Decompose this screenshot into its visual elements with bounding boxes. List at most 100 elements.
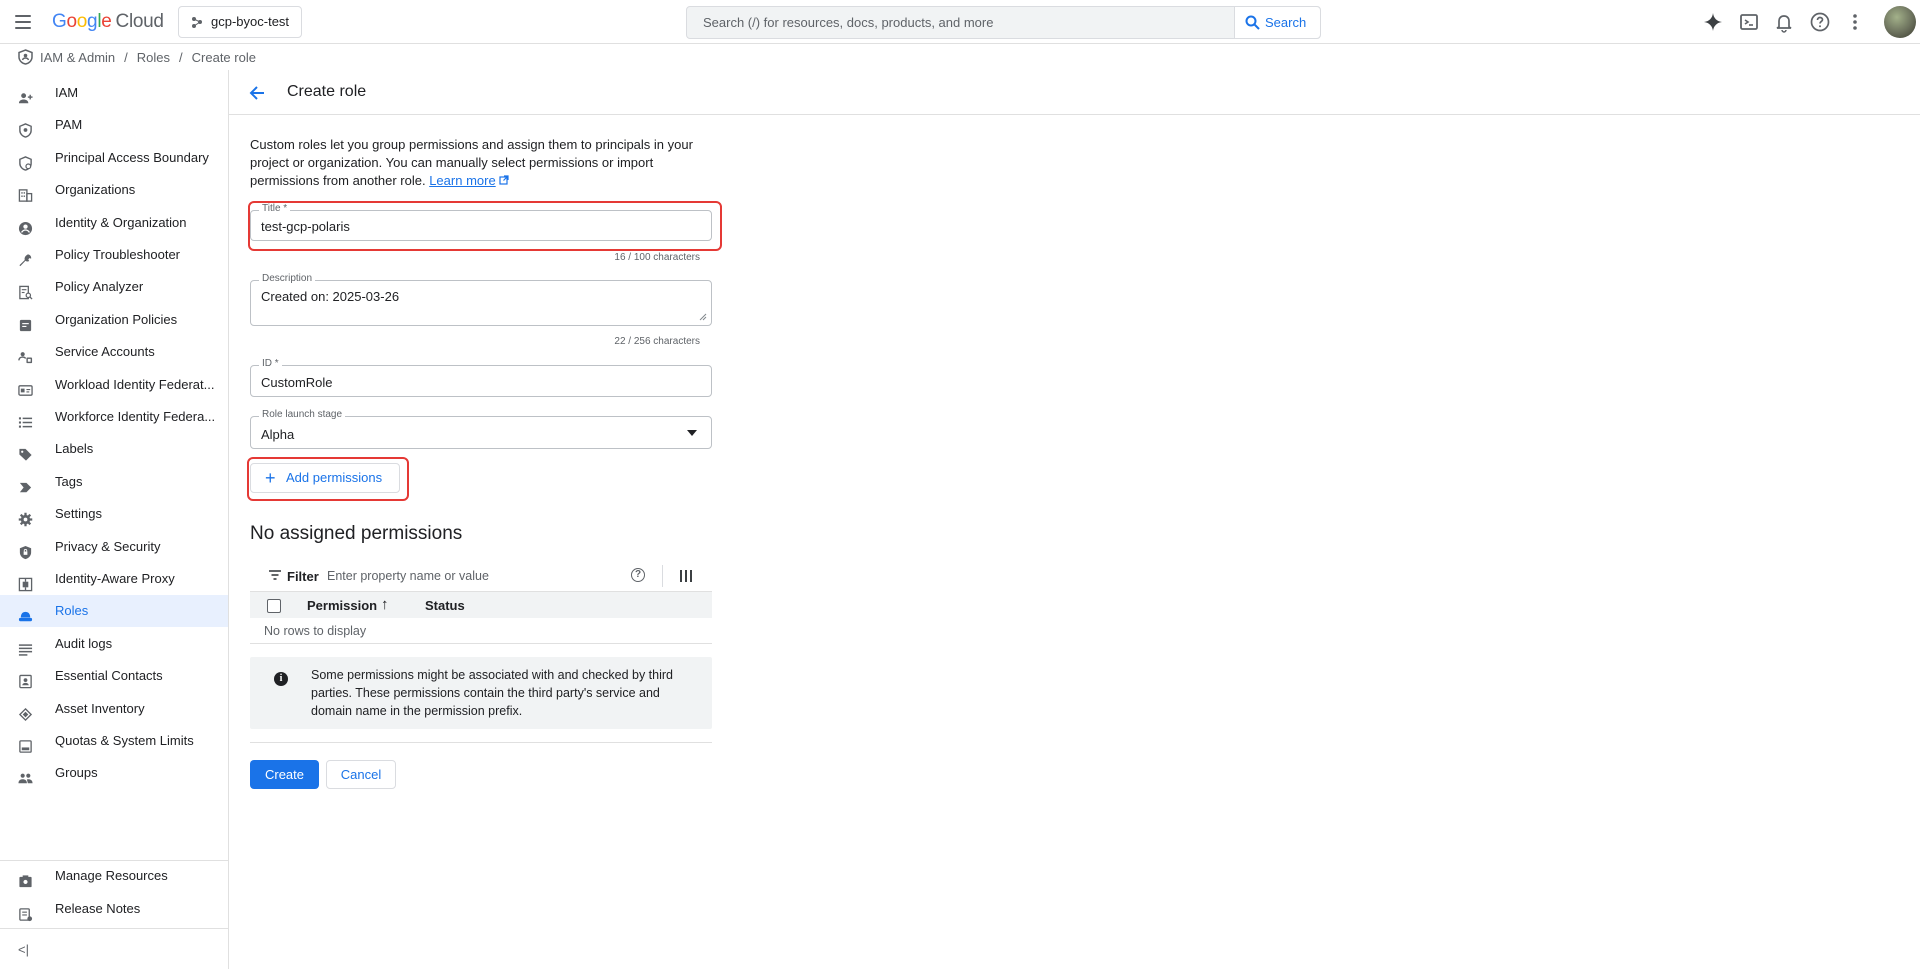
- sidebar-item-label: Policy Analyzer: [55, 279, 144, 295]
- cloud-shell-icon[interactable]: [1738, 11, 1760, 33]
- roles-hat-icon: [18, 604, 33, 622]
- proxy-icon: [18, 572, 33, 592]
- column-display-icon[interactable]: [680, 570, 692, 582]
- launch-stage-label: Role launch stage: [259, 409, 346, 420]
- sidebar-item-policy-troubleshooter[interactable]: Policy Troubleshooter: [0, 239, 228, 271]
- service-account-icon: [18, 345, 33, 364]
- page-header: Create role: [229, 70, 1920, 115]
- release-notes-icon: [18, 902, 33, 922]
- sidebar-item-roles[interactable]: Roles: [0, 595, 228, 628]
- gemini-sparkle-icon[interactable]: [1702, 11, 1724, 33]
- resize-handle-icon[interactable]: [699, 313, 707, 321]
- column-status[interactable]: Status: [425, 598, 465, 613]
- sidebar-item-workforce-identity-federa[interactable]: Workforce Identity Federa...: [0, 401, 228, 433]
- sidebar-item-service-accounts[interactable]: Service Accounts: [0, 336, 228, 368]
- sidebar-item-label: Identity & Organization: [55, 214, 187, 230]
- id-card-icon: [18, 378, 33, 396]
- google-cloud-logo[interactable]: Google Cloud: [52, 11, 164, 33]
- sidebar-item-privacy-and-security[interactable]: Privacy & Security: [0, 531, 228, 563]
- select-all-checkbox[interactable]: [267, 599, 281, 613]
- building-icon: [18, 183, 33, 202]
- sidebar-item-label: Workforce Identity Federa...: [55, 409, 216, 424]
- filter-bar: Filter ?: [250, 560, 712, 592]
- search-icon: [1245, 15, 1260, 30]
- filter-label: Filter: [287, 569, 319, 584]
- intro-text: Custom roles let you group permissions a…: [250, 136, 700, 190]
- search-button[interactable]: Search: [1234, 7, 1320, 38]
- title-field[interactable]: Title * test-gcp-polaris: [250, 203, 712, 241]
- back-arrow-icon[interactable]: [247, 83, 267, 103]
- main-menu-icon[interactable]: [13, 12, 33, 32]
- top-icons: [1700, 0, 1920, 44]
- audit-list-icon: [18, 637, 33, 656]
- sidebar-item-organizations[interactable]: Organizations: [0, 174, 228, 206]
- sidebar-item-asset-inventory[interactable]: Asset Inventory: [0, 693, 228, 725]
- collapse-sidebar-icon[interactable]: <|: [18, 942, 29, 957]
- learn-more-link[interactable]: Learn more: [429, 173, 495, 188]
- sidebar-item-essential-contacts[interactable]: Essential Contacts: [0, 660, 228, 692]
- person-add-icon: [18, 86, 33, 104]
- sidebar-item-identity-aware-proxy[interactable]: Identity-Aware Proxy: [0, 563, 228, 595]
- sidebar-item-label: Audit logs: [55, 635, 113, 651]
- sidebar-item-groups[interactable]: Groups: [0, 757, 228, 789]
- filter-help-icon[interactable]: ?: [631, 568, 645, 582]
- help-icon[interactable]: [1809, 11, 1831, 33]
- sidebar-item-organization-policies[interactable]: Organization Policies: [0, 304, 228, 336]
- main-content: Create role Custom roles let you group p…: [229, 70, 1920, 969]
- actions-divider: [250, 742, 712, 743]
- sidebar-item-label: Tags: [55, 473, 83, 489]
- launch-stage-select[interactable]: Role launch stage Alpha: [250, 409, 712, 449]
- add-permissions-label: Add permissions: [286, 470, 383, 485]
- sidebar-item-label: Service Accounts: [55, 344, 155, 360]
- sidebar-item-identity-and-organization[interactable]: Identity & Organization: [0, 207, 228, 239]
- sidebar-item-principal-access-boundary[interactable]: Principal Access Boundary: [0, 142, 228, 174]
- project-hierarchy-icon: [192, 17, 202, 28]
- sidebar-item-label: Labels: [55, 441, 94, 457]
- sidebar-item-audit-logs[interactable]: Audit logs: [0, 628, 228, 660]
- search-input[interactable]: [687, 7, 1235, 38]
- gear-icon: [18, 507, 33, 527]
- sidebar-item-release-notes[interactable]: Release Notes: [0, 893, 228, 925]
- sidebar-item-pam[interactable]: PAM: [0, 109, 228, 141]
- sidebar-item-label: Asset Inventory: [55, 700, 145, 716]
- sidebar-item-label: Workload Identity Federat...: [55, 376, 215, 392]
- sidebar-item-label: Essential Contacts: [55, 668, 163, 684]
- title-counter: 16 / 100 characters: [614, 252, 700, 263]
- sidebar-item-iam[interactable]: IAM: [0, 77, 228, 109]
- id-value: CustomRole: [261, 375, 333, 390]
- sidebar-item-policy-analyzer[interactable]: Policy Analyzer: [0, 271, 228, 303]
- shield-icon: [18, 118, 33, 139]
- create-button[interactable]: Create: [250, 760, 319, 789]
- sidebar-item-label: Principal Access Boundary: [55, 149, 209, 165]
- description-counter: 22 / 256 characters: [614, 336, 700, 347]
- sidebar-item-settings[interactable]: Settings: [0, 498, 228, 530]
- groups-icon: [18, 766, 33, 784]
- filter-input[interactable]: [327, 565, 617, 587]
- cancel-button[interactable]: Cancel: [326, 760, 396, 789]
- breadcrumb: IAM & Admin / Roles / Create role: [0, 44, 1920, 70]
- account-avatar[interactable]: [1884, 6, 1916, 38]
- column-permission[interactable]: Permission: [307, 598, 377, 613]
- manage-resources-icon: [18, 869, 33, 888]
- project-name: gcp-byoc-test: [211, 14, 290, 29]
- breadcrumb-roles[interactable]: Roles: [137, 50, 170, 65]
- sidebar-item-quotas-and-system-limits[interactable]: Quotas & System Limits: [0, 725, 228, 757]
- logo-cloud-text: Cloud: [115, 11, 164, 32]
- label-icon: [18, 442, 33, 461]
- sidebar-item-label: PAM: [55, 117, 83, 133]
- sort-ascending-icon[interactable]: ↑: [381, 596, 389, 613]
- project-picker-button[interactable]: gcp-byoc-test: [178, 6, 303, 38]
- sidebar-item-label: Settings: [55, 506, 102, 522]
- sidebar-item-tags[interactable]: Tags: [0, 466, 228, 498]
- description-value: Created on: 2025-03-26: [261, 289, 400, 304]
- id-field[interactable]: ID * CustomRole: [250, 358, 712, 397]
- breadcrumb-iam-admin[interactable]: IAM & Admin: [40, 50, 115, 65]
- sidebar-item-manage-resources[interactable]: Manage Resources: [0, 860, 228, 892]
- sidebar-item-workload-identity-federat[interactable]: Workload Identity Federat...: [0, 369, 228, 401]
- plus-icon: +: [265, 468, 276, 488]
- sidebar-item-labels[interactable]: Labels: [0, 433, 228, 465]
- description-field[interactable]: Description Created on: 2025-03-26: [250, 273, 712, 326]
- notifications-bell-icon[interactable]: [1773, 11, 1795, 33]
- add-permissions-button[interactable]: + Add permissions: [250, 463, 400, 493]
- more-vert-icon[interactable]: [1844, 11, 1866, 33]
